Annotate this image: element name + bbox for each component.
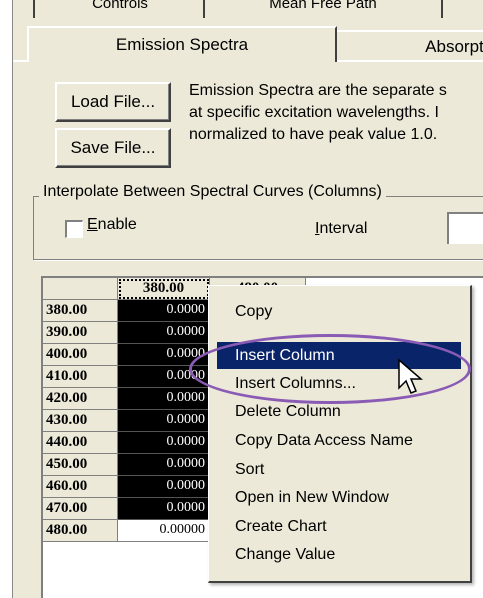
menu-item-copy-data-access-name[interactable]: Copy Data Access Name [217,427,461,454]
description-line: Emission Spectra are the separate s [189,82,447,99]
tab-controls[interactable]: Controls [33,0,207,18]
menu-item-open-in-new-window[interactable]: Open in New Window [217,484,461,511]
row-header[interactable]: 450.00 [43,454,118,476]
table-corner [43,278,118,300]
enable-label[interactable]: Enable [87,216,137,234]
row-header[interactable]: 410.00 [43,366,118,388]
row-header[interactable]: 460.00 [43,476,118,498]
row-header[interactable]: 480.00 [43,520,118,542]
table-cell[interactable]: 0.0000 [118,344,210,366]
row-header[interactable]: 400.00 [43,344,118,366]
table-cell[interactable]: 0.0000 [118,322,210,344]
tab-absorption[interactable]: Absorptio [335,30,483,62]
context-menu: Copy Insert Column Insert Columns... Delete… [208,285,472,583]
row-header[interactable]: 380.00 [43,300,118,322]
table-cell[interactable]: 0.00000 [118,520,210,542]
description-line: normalized to have peak value 1.0. [189,126,438,143]
arrow-cursor-icon [398,358,424,394]
row-header[interactable]: 390.00 [43,322,118,344]
save-file-button[interactable]: Save File... [55,128,171,168]
load-file-button[interactable]: Load File... [55,82,171,122]
description-line: at specific excitation wavelengths. I [189,104,439,121]
table-cell[interactable]: 0.0000 [118,454,210,476]
row-header[interactable]: 430.00 [43,410,118,432]
tab-mean-free-path-label: Mean Free Path [269,0,377,12]
tab-mean-free-path[interactable]: Mean Free Path [203,0,443,18]
menu-item-change-value[interactable]: Change Value [217,541,461,568]
column-header[interactable]: 380.00 [118,278,210,300]
row-header[interactable]: 420.00 [43,388,118,410]
description-text: Emission Spectra are the separate s at s… [189,80,483,146]
table-cell[interactable]: 0.0000 [118,432,210,454]
table-cell[interactable]: 0.0000 [118,410,210,432]
menu-item-sort[interactable]: Sort [217,456,461,483]
table-cell[interactable]: 0.0000 [118,476,210,498]
tab-absorption-label: Absorptio [425,37,483,56]
menu-item-delete-column[interactable]: Delete Column [217,398,461,425]
interval-label: Interval [315,220,368,237]
interval-input[interactable] [447,212,483,244]
table-cell[interactable]: 0.0000 [118,300,210,322]
table-cell[interactable]: 0.0000 [118,498,210,520]
interpolate-group-title: Interpolate Between Spectral Curves (Col… [39,183,386,201]
enable-checkbox[interactable] [65,220,83,238]
tab-controls-label: Controls [92,0,148,12]
table-cell[interactable]: 0.0000 [118,366,210,388]
tab-emission-spectra[interactable]: Emission Spectra [27,26,337,62]
emission-spectra-window: Controls Mean Free Path Emission Spectra… [12,0,483,598]
menu-item-create-chart[interactable]: Create Chart [217,513,461,540]
row-header[interactable]: 470.00 [43,498,118,520]
menu-item-copy[interactable]: Copy [217,298,461,325]
table-cell[interactable]: 0.0000 [118,388,210,410]
tab-emission-spectra-label: Emission Spectra [115,35,249,54]
row-header[interactable]: 440.00 [43,432,118,454]
